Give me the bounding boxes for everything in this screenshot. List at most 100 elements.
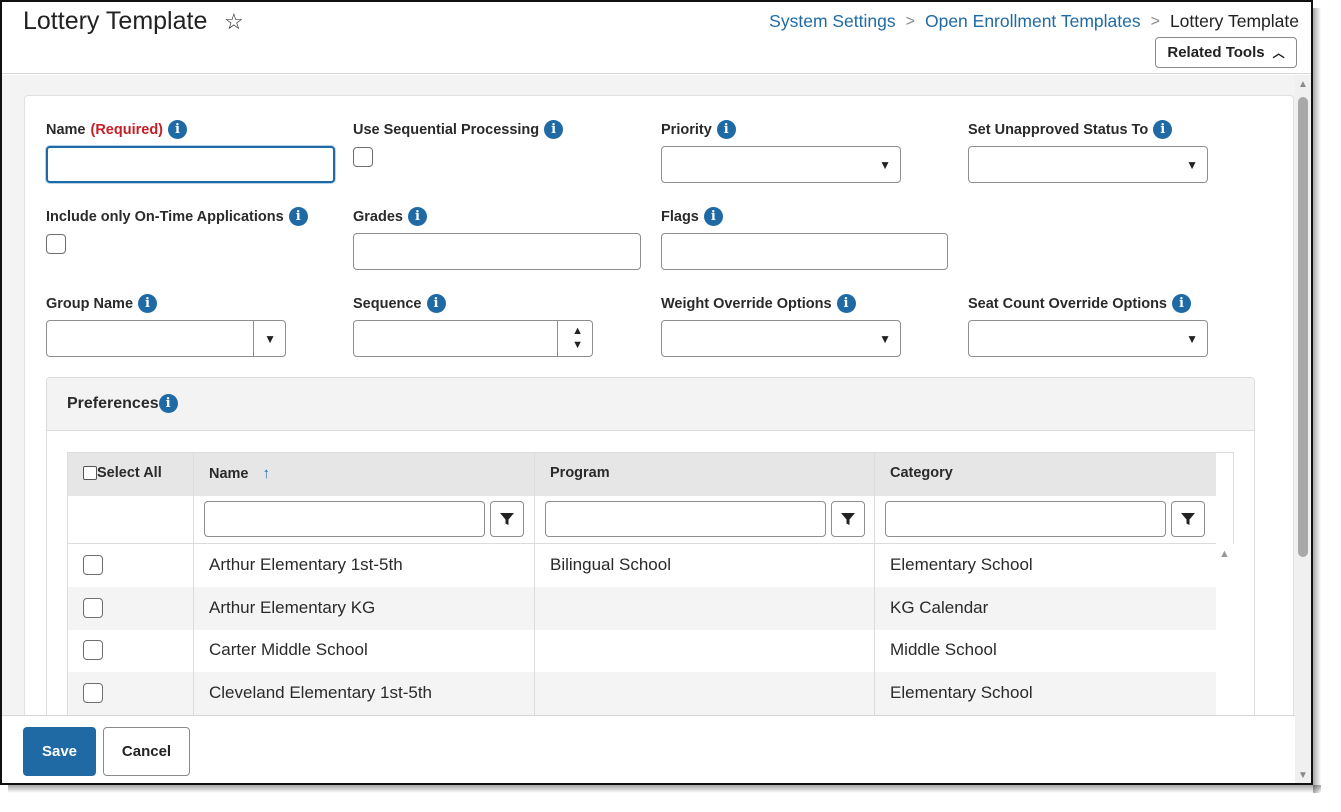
sequence-label-text: Sequence (353, 295, 422, 312)
row-checkbox[interactable] (83, 598, 103, 618)
ontime-label: Include only On-Time Applications i (46, 207, 308, 226)
preferences-panel: Preferences i Select All Name ↑ Program … (46, 377, 1255, 715)
chevron-right-icon: > (905, 12, 915, 30)
unapproved-status-label: Set Unapproved Status To i (968, 120, 1173, 139)
chevron-right-icon: > (1150, 12, 1160, 30)
window-shadow (8, 785, 1321, 793)
info-icon[interactable]: i (703, 207, 723, 226)
sequential-label: Use Sequential Processing i (353, 120, 564, 139)
scroll-up-icon[interactable]: ▲ (1219, 548, 1230, 560)
scroll-down-icon[interactable]: ▼ (1298, 770, 1308, 781)
select-all-checkbox[interactable] (83, 466, 97, 480)
row-category: Elementary School (890, 683, 1033, 702)
chevron-up-icon: ︿ (1272, 46, 1285, 60)
table-row[interactable]: Cleveland Elementary 1st-5th Elementary … (68, 672, 1216, 715)
priority-select[interactable]: ▼ (661, 146, 901, 183)
caret-down-icon: ▼ (879, 158, 891, 172)
name-filter-button[interactable] (490, 501, 524, 537)
column-category-label: Category (890, 465, 953, 481)
info-icon[interactable]: i (168, 120, 187, 139)
scrollbar-thumb[interactable] (1298, 97, 1308, 557)
preferences-grid: Select All Name ↑ Program Category Arthu… (67, 452, 1234, 715)
grid-scrollbar[interactable]: ▲ (1216, 544, 1234, 715)
info-icon[interactable]: i (544, 120, 564, 139)
info-icon[interactable]: i (1153, 120, 1173, 139)
caret-down-icon: ▼ (879, 332, 891, 346)
weight-override-select[interactable]: ▼ (661, 320, 901, 357)
column-program-label: Program (550, 465, 610, 481)
grid-filter-row (68, 496, 1216, 544)
seat-count-select[interactable]: ▼ (968, 320, 1208, 357)
table-row[interactable]: Arthur Elementary 1st-5th Bilingual Scho… (68, 544, 1216, 587)
column-header-name[interactable]: Name ↑ (209, 465, 270, 482)
preferences-header: Preferences i (47, 378, 1254, 431)
stepper-arrows-icon[interactable]: ▲ ▼ (572, 324, 583, 352)
table-row[interactable]: Arthur Elementary KG KG Calendar (68, 587, 1216, 630)
row-checkbox[interactable] (83, 555, 103, 575)
ontime-checkbox[interactable] (46, 234, 66, 254)
row-name: Arthur Elementary 1st-5th (209, 555, 403, 574)
app-window: Lottery Template ☆ System Settings > Ope… (0, 0, 1313, 785)
ontime-label-text: Include only On-Time Applications (46, 208, 284, 225)
sequence-stepper[interactable]: ▲ ▼ (353, 320, 593, 357)
unapproved-status-select[interactable]: ▼ (968, 146, 1208, 183)
save-button[interactable]: Save (23, 727, 96, 776)
sequential-checkbox[interactable] (353, 147, 373, 167)
info-icon[interactable]: i (716, 120, 736, 139)
sequential-label-text: Use Sequential Processing (353, 121, 540, 138)
info-icon[interactable]: i (288, 207, 308, 226)
required-indicator: (Required) (90, 121, 164, 138)
category-filter-button[interactable] (1171, 501, 1205, 537)
select-all-header[interactable]: Select All (83, 465, 162, 481)
star-icon[interactable]: ☆ (224, 9, 244, 35)
row-program: Bilingual School (550, 555, 671, 574)
priority-label: Priority i (661, 120, 736, 139)
seat-count-label: Seat Count Override Options i (968, 294, 1191, 313)
caret-down-icon[interactable]: ▼ (264, 332, 276, 346)
sequence-label: Sequence i (353, 294, 446, 313)
info-icon[interactable]: i (836, 294, 856, 313)
content-area: Name (Required) i Use Sequential Process… (2, 75, 1295, 715)
name-label-text: Name (46, 121, 86, 138)
info-icon[interactable]: i (426, 294, 446, 313)
breadcrumb-system-settings[interactable]: System Settings (769, 11, 895, 32)
group-name-combobox[interactable]: ▼ (46, 320, 286, 357)
table-row[interactable]: Carter Middle School Middle School (68, 629, 1216, 672)
scroll-up-icon[interactable]: ▲ (1298, 79, 1308, 90)
name-filter-input[interactable] (204, 501, 485, 537)
row-name: Cleveland Elementary 1st-5th (209, 683, 433, 702)
program-filter-input[interactable] (545, 501, 826, 537)
page-scrollbar[interactable]: ▲ ▼ (1295, 75, 1311, 783)
related-tools-label: Related Tools (1167, 44, 1265, 61)
row-category: KG Calendar (890, 598, 989, 617)
row-checkbox[interactable] (83, 683, 103, 703)
action-bar: Save Cancel (2, 715, 1295, 783)
page-header: Lottery Template ☆ System Settings > Ope… (2, 2, 1311, 74)
breadcrumb-open-enrollment-templates[interactable]: Open Enrollment Templates (925, 11, 1141, 32)
column-divider (534, 453, 535, 715)
weight-label-text: Weight Override Options (661, 295, 832, 312)
flags-input[interactable] (661, 233, 948, 270)
info-icon[interactable]: i (407, 207, 427, 226)
cancel-button[interactable]: Cancel (103, 727, 190, 776)
flags-label: Flags i (661, 207, 723, 226)
filter-icon (841, 513, 855, 525)
grades-input[interactable] (353, 233, 641, 270)
category-filter-input[interactable] (885, 501, 1166, 537)
column-header-program[interactable]: Program (550, 465, 610, 481)
row-checkbox[interactable] (83, 640, 103, 660)
filter-icon (1181, 513, 1195, 525)
name-input[interactable] (46, 146, 335, 183)
row-name: Carter Middle School (209, 640, 368, 659)
column-header-category[interactable]: Category (890, 465, 953, 481)
column-divider (193, 453, 194, 715)
info-icon[interactable]: i (138, 294, 158, 313)
info-icon[interactable]: i (158, 394, 178, 413)
related-tools-button[interactable]: Related Tools ︿ (1155, 37, 1297, 68)
program-filter-button[interactable] (831, 501, 865, 537)
info-icon[interactable]: i (1172, 294, 1191, 313)
group-name-label: Group Name i (46, 294, 158, 313)
stepper-divider (557, 321, 558, 356)
grid-header: Select All Name ↑ Program Category (68, 453, 1216, 496)
preferences-title-text: Preferences (67, 394, 159, 412)
